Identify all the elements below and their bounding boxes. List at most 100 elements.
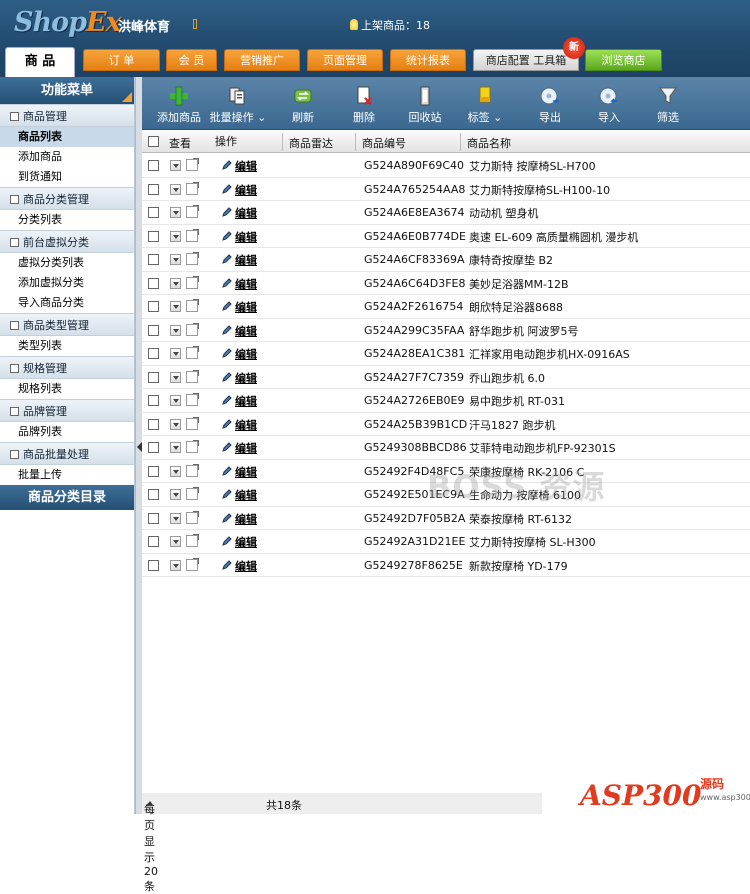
table-row[interactable]: 编辑 G524A2F2616754 朗欣特足浴器8688 xyxy=(142,295,750,319)
collapse-box-icon[interactable] xyxy=(10,195,19,204)
row-dropdown-icon[interactable] xyxy=(170,277,181,289)
tab-products[interactable]: 商 品 xyxy=(5,47,75,77)
product-name[interactable]: 易中跑步机 RT-031 xyxy=(469,393,565,409)
sidebar-item-virtual-category-list[interactable]: 虚拟分类列表 xyxy=(0,253,134,273)
tab-members[interactable]: 会 员 xyxy=(166,49,217,71)
row-dropdown-icon[interactable] xyxy=(170,254,181,265)
edit-link[interactable]: 编辑 xyxy=(235,417,257,433)
row-checkbox[interactable] xyxy=(148,395,159,406)
table-row[interactable]: 编辑 G524A27F7C7359 乔山跑步机 6.0 xyxy=(142,366,750,389)
table-row[interactable]: 编辑 G5249278F8625E 新款按摩椅 YD-179 xyxy=(142,554,750,577)
sidebar-item-type-list[interactable]: 类型列表 xyxy=(0,336,134,356)
col-name[interactable]: 商品名称 xyxy=(467,135,511,151)
sidebar-group-batch-processing[interactable]: 商品批量处理 xyxy=(0,442,134,465)
sidebar-category-directory[interactable]: 商品分类目录 xyxy=(0,485,134,510)
sidebar-group-type-management[interactable]: 商品类型管理 xyxy=(0,313,134,336)
edit-link[interactable]: 编辑 xyxy=(235,276,257,292)
tab-marketing[interactable]: 营销推广 xyxy=(224,49,300,71)
row-dropdown-icon[interactable] xyxy=(170,559,181,571)
open-external-icon[interactable] xyxy=(186,393,199,406)
sidebar-group-virtual-category[interactable]: 前台虚拟分类 xyxy=(0,230,134,253)
tab-browse-shop[interactable]: 浏览商店 xyxy=(585,49,662,71)
row-dropdown-icon[interactable] xyxy=(170,536,181,547)
product-name[interactable]: 朗欣特足浴器8688 xyxy=(469,299,563,315)
row-checkbox[interactable] xyxy=(148,418,159,430)
table-row[interactable]: 编辑 G524A6C64D3FE8 美妙足浴器MM-12B xyxy=(142,272,750,295)
open-external-icon[interactable] xyxy=(186,275,199,289)
toolbar-recycle-bin[interactable]: 回收站 xyxy=(395,85,455,125)
edit-link[interactable]: 编辑 xyxy=(235,299,257,315)
table-row[interactable]: 编辑 G524A2726EB0E9 易中跑步机 RT-031 xyxy=(142,389,750,413)
sidebar-item-batch-upload[interactable]: 批量上传 xyxy=(0,465,134,485)
edit-link[interactable]: 编辑 xyxy=(235,464,257,480)
table-row[interactable]: 编辑 G524A890F69C40 艾力斯特 按摩椅SL-H700 xyxy=(142,154,750,178)
table-row[interactable]: 编辑 G524A299C35FAA 舒华跑步机 阿波罗5号 xyxy=(142,319,750,342)
collapse-corner-icon[interactable] xyxy=(122,92,132,102)
sidebar-item-arrival-notice[interactable]: 到货通知 xyxy=(0,167,134,187)
edit-link[interactable]: 编辑 xyxy=(235,158,257,174)
row-checkbox[interactable] xyxy=(148,207,159,218)
row-dropdown-icon[interactable] xyxy=(170,230,181,242)
row-checkbox[interactable] xyxy=(148,512,159,524)
row-checkbox[interactable] xyxy=(148,348,159,359)
edit-link[interactable]: 编辑 xyxy=(235,229,257,245)
product-name[interactable]: 乔山跑步机 6.0 xyxy=(469,370,545,386)
table-row[interactable]: 编辑 G52492A31D21EE 艾力斯特按摩椅 SL-H300 xyxy=(142,530,750,554)
row-dropdown-icon[interactable] xyxy=(170,395,181,406)
sidebar-item-add-product[interactable]: 添加商品 xyxy=(0,147,134,167)
product-name[interactable]: 艾力斯特 按摩椅SL-H700 xyxy=(469,158,596,174)
toolbar-tag[interactable]: 标签 ⌄ xyxy=(455,85,515,125)
row-dropdown-icon[interactable] xyxy=(170,324,181,336)
row-checkbox[interactable] xyxy=(148,230,159,242)
row-checkbox[interactable] xyxy=(148,254,159,265)
row-dropdown-icon[interactable] xyxy=(170,418,181,430)
open-external-icon[interactable] xyxy=(186,346,199,359)
table-row[interactable]: 编辑 G524A28EA1C381 汇祥家用电动跑步机HX-0916AS xyxy=(142,342,750,366)
table-row[interactable]: 编辑 G524A6E0B774DE 奥速 EL-609 高质量椭圆机 漫步机 xyxy=(142,225,750,248)
toolbar-delete[interactable]: 删除 xyxy=(334,85,394,125)
edit-link[interactable]: 编辑 xyxy=(235,370,257,386)
row-checkbox[interactable] xyxy=(148,465,159,477)
tab-orders[interactable]: 订 单 xyxy=(83,49,160,71)
toolbar-add-product[interactable]: 添加商品 xyxy=(149,85,209,125)
toolbar-export[interactable]: 导出 xyxy=(520,85,580,125)
open-external-icon[interactable] xyxy=(186,205,199,218)
open-external-icon[interactable] xyxy=(186,440,199,453)
table-row[interactable]: 编辑 G524A6CF83369A 康特奇按摩垫 B2 xyxy=(142,248,750,272)
row-checkbox[interactable] xyxy=(148,277,159,289)
toolbar-import[interactable]: 导入 xyxy=(579,85,639,125)
table-row[interactable]: 编辑 G524A25B39B1CD 汗马1827 跑步机 xyxy=(142,413,750,436)
row-checkbox[interactable] xyxy=(148,183,159,195)
select-all-checkbox[interactable] xyxy=(148,136,159,147)
row-dropdown-icon[interactable] xyxy=(170,207,181,218)
open-external-icon[interactable] xyxy=(186,510,199,524)
product-name[interactable]: 舒华跑步机 阿波罗5号 xyxy=(469,323,579,339)
product-name[interactable]: 康特奇按摩垫 B2 xyxy=(469,252,553,268)
row-dropdown-icon[interactable] xyxy=(170,183,181,195)
open-external-icon[interactable] xyxy=(186,487,199,500)
product-name[interactable]: 汗马1827 跑步机 xyxy=(469,417,556,433)
row-checkbox[interactable] xyxy=(148,301,159,312)
row-dropdown-icon[interactable] xyxy=(170,301,181,312)
product-name[interactable]: 动动机 塑身机 xyxy=(469,205,539,221)
col-radar[interactable]: 商品雷达 xyxy=(289,135,333,151)
product-name[interactable]: 新款按摩椅 YD-179 xyxy=(469,558,568,574)
collapse-box-icon[interactable] xyxy=(10,238,19,247)
collapse-box-icon[interactable] xyxy=(10,364,19,373)
open-external-icon[interactable] xyxy=(186,557,199,571)
shopex-logo[interactable]: ShopEx xyxy=(14,7,122,38)
edit-link[interactable]: 编辑 xyxy=(235,323,257,339)
edit-link[interactable]: 编辑 xyxy=(235,252,257,268)
edit-link[interactable]: 编辑 xyxy=(235,393,257,409)
product-name[interactable]: 艾菲特电动跑步机FP-92301S xyxy=(469,440,616,456)
sidebar-item-add-virtual-category[interactable]: 添加虚拟分类 xyxy=(0,273,134,293)
row-dropdown-icon[interactable] xyxy=(170,512,181,524)
sidebar-item-import-category[interactable]: 导入商品分类 xyxy=(0,293,134,313)
product-name[interactable]: 荣泰按摩椅 RT-6132 xyxy=(469,511,572,527)
row-checkbox[interactable] xyxy=(148,324,159,336)
edit-link[interactable]: 编辑 xyxy=(235,487,257,503)
open-external-icon[interactable] xyxy=(186,252,199,265)
open-external-icon[interactable] xyxy=(186,534,199,547)
row-checkbox[interactable] xyxy=(148,489,159,500)
product-name[interactable]: 奥速 EL-609 高质量椭圆机 漫步机 xyxy=(469,229,638,245)
